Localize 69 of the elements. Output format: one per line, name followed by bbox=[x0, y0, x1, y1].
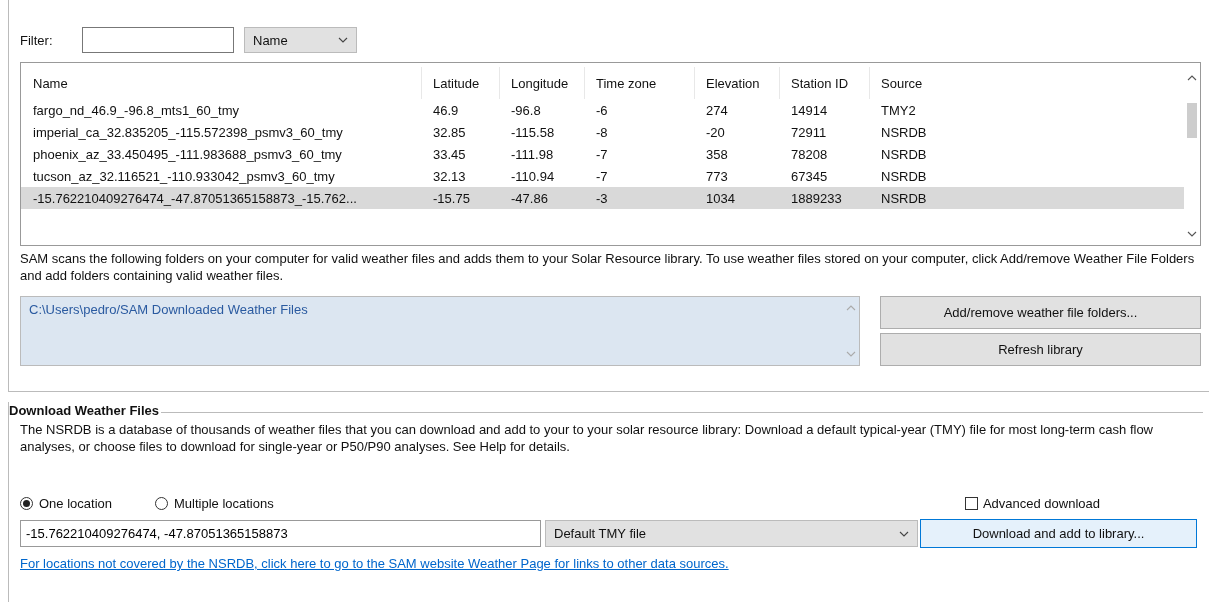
library-button[interactable]: Refresh library bbox=[880, 333, 1201, 366]
table-cell-text: -115.58 bbox=[510, 124, 556, 140]
download-button[interactable]: Download and add to library... bbox=[920, 519, 1197, 548]
table-cell-text: -20 bbox=[705, 124, 726, 140]
chevron-icon bbox=[899, 530, 909, 537]
table-cell-text: -111.98 bbox=[510, 146, 555, 162]
radio-option[interactable]: One location bbox=[20, 495, 112, 511]
table-cell-text: -96.8 bbox=[510, 102, 542, 118]
table-cell-text: NSRDB bbox=[880, 168, 928, 184]
table-cell-text: 274 bbox=[705, 102, 729, 118]
column-header[interactable]: Name bbox=[22, 67, 422, 99]
table-cell-text: 33.45 bbox=[432, 146, 467, 162]
filter-label: Filter: bbox=[20, 32, 54, 48]
scroll-down-icon[interactable] bbox=[1187, 231, 1197, 237]
library-description: SAM scans the following folders on your computer for valid weather files and adds them to your Solar Resource library. To use weather files stored on your computer, click Add/remove Weather File Folders and add folders containing valid weather files. bbox=[20, 250, 1196, 284]
table-cell-text: 1889233 bbox=[790, 190, 843, 206]
table-cell-text: -47.86 bbox=[510, 190, 549, 206]
table-cell-text: -7 bbox=[595, 168, 609, 184]
weather-page-link[interactable]: For locations not covered by the NSRDB, click here to go to the SAM website Weather Page for links to other data sources. bbox=[20, 556, 729, 571]
column-header[interactable]: Longitude bbox=[500, 67, 585, 99]
table-cell-text: 1034 bbox=[705, 190, 736, 206]
table-row[interactable]: fargo_nd_46.9_-96.8_mts1_60_tmy 46.9 -96.8 -6 274 14914 TMY2 bbox=[21, 99, 1184, 121]
table-cell-text: phoenix_az_33.450495_-111.983688_psmv3_60_tmy bbox=[32, 146, 343, 162]
table-cell-text: fargo_nd_46.9_-96.8_mts1_60_tmy bbox=[32, 102, 240, 118]
column-header[interactable]: Time zone bbox=[585, 67, 695, 99]
table-cell-text: 358 bbox=[705, 146, 729, 162]
table-cell-text: TMY2 bbox=[880, 102, 917, 118]
table-row[interactable]: phoenix_az_33.450495_-111.983688_psmv3_60_tmy 33.45 -111.98 -7 358 78208 NSRDB bbox=[21, 143, 1184, 165]
download-description: The NSRDB is a database of thousands of weather files that you can download and add to your to your solar resource library: Download a default typical-year (TMY) file for most long-term cash flow analyses, or choose files to download for single-year or P50/P90 analyses. See Help for details. bbox=[20, 421, 1154, 455]
library-button[interactable]: Add/remove weather file folders... bbox=[880, 296, 1201, 329]
table-cell-text: 78208 bbox=[790, 146, 829, 162]
table-cell-text: -15.762210409276474_-47.87051365158873_-15.762... bbox=[32, 190, 358, 206]
table-cell-text: -6 bbox=[595, 102, 609, 118]
filter-field-dropdown[interactable]: Name bbox=[244, 27, 357, 53]
table-cell-text: -110.94 bbox=[510, 168, 556, 184]
table-cell-text: -8 bbox=[595, 124, 609, 140]
folder-list[interactable]: C:\Users\pedro/SAM Downloaded Weather Files bbox=[20, 296, 860, 366]
location-field[interactable]: -15.762210409276474, -47.87051365158873 bbox=[20, 520, 541, 547]
table-cell-text: 67345 bbox=[790, 168, 829, 184]
table-cell-text: 14914 bbox=[790, 102, 829, 118]
chevron-icon bbox=[338, 37, 348, 43]
table-cell-text: -3 bbox=[595, 190, 609, 206]
table-cell-text: NSRDB bbox=[880, 146, 928, 162]
table-row[interactable]: tucson_az_32.116521_-110.933042_psmv3_60_tmy 32.13 -110.94 -7 773 67345 NSRDB bbox=[21, 165, 1184, 187]
table-row[interactable]: imperial_ca_32.835205_-115.572398_psmv3_60_tmy 32.85 -115.58 -8 -20 72911 NSRDB bbox=[21, 121, 1184, 143]
table-row[interactable]: -15.762210409276474_-47.87051365158873_-15.762... -15.75 -47.86 -3 1034 1889233 NSRDB bbox=[21, 187, 1184, 209]
scroll-thumb[interactable] bbox=[1187, 103, 1197, 138]
file-type-dropdown[interactable]: Default TMY file bbox=[545, 520, 918, 547]
folder-item[interactable]: C:\Users\pedro/SAM Downloaded Weather Files bbox=[29, 302, 308, 317]
column-header[interactable]: Station ID bbox=[780, 67, 870, 99]
table-cell-text: -15.75 bbox=[432, 190, 471, 206]
table-cell-text: NSRDB bbox=[880, 124, 928, 140]
table-cell-text: tucson_az_32.116521_-110.933042_psmv3_60_tmy bbox=[32, 168, 336, 184]
group-title: Download Weather Files bbox=[9, 403, 161, 418]
table-cell-text: 32.13 bbox=[432, 168, 467, 184]
table-cell-text: 46.9 bbox=[432, 102, 460, 118]
table-cell-text: NSRDB bbox=[880, 190, 928, 206]
scroll-up-icon[interactable] bbox=[1187, 75, 1197, 81]
table-cell-text: imperial_ca_32.835205_-115.572398_psmv3_60_tmy bbox=[32, 124, 344, 140]
advanced-checkbox[interactable]: Advanced download bbox=[964, 495, 1100, 511]
table-cell-text: 72911 bbox=[790, 124, 828, 140]
table-cell-text: 32.85 bbox=[432, 124, 467, 140]
filter-field[interactable] bbox=[82, 27, 234, 53]
column-header[interactable]: Elevation bbox=[695, 67, 780, 99]
table-cell-text: 773 bbox=[705, 168, 729, 184]
radio-option[interactable]: Multiple locations bbox=[155, 495, 274, 511]
column-header[interactable]: Latitude bbox=[422, 67, 500, 99]
table-cell-text: -7 bbox=[595, 146, 609, 162]
column-header[interactable]: Source bbox=[870, 67, 1170, 99]
